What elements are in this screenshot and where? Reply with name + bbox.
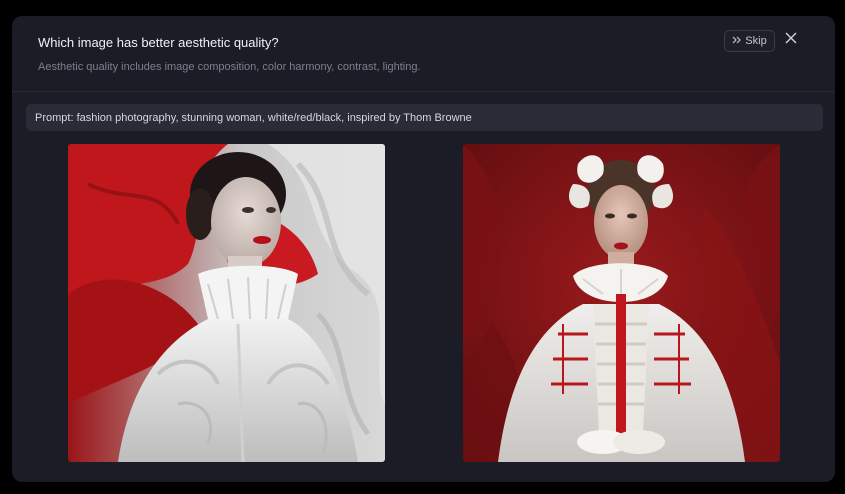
- fashion-photo-right: [463, 144, 780, 462]
- image-option-left[interactable]: [68, 144, 385, 462]
- comparison-dialog: Which image has better aesthetic quality…: [12, 16, 835, 482]
- double-chevron-right-icon: [732, 36, 742, 47]
- dialog-subtitle: Aesthetic quality includes image composi…: [38, 61, 421, 73]
- fashion-photo-left: [68, 144, 385, 462]
- image-option-right[interactable]: [463, 144, 780, 462]
- close-icon: [785, 31, 797, 49]
- dialog-title: Which image has better aesthetic quality…: [38, 35, 279, 50]
- skip-button[interactable]: Skip: [724, 30, 775, 52]
- dialog-header: Which image has better aesthetic quality…: [12, 16, 835, 92]
- close-button[interactable]: [783, 31, 799, 49]
- skip-label: Skip: [745, 35, 767, 47]
- prompt-text: Prompt: fashion photography, stunning wo…: [35, 111, 472, 124]
- prompt-bar: Prompt: fashion photography, stunning wo…: [26, 104, 823, 131]
